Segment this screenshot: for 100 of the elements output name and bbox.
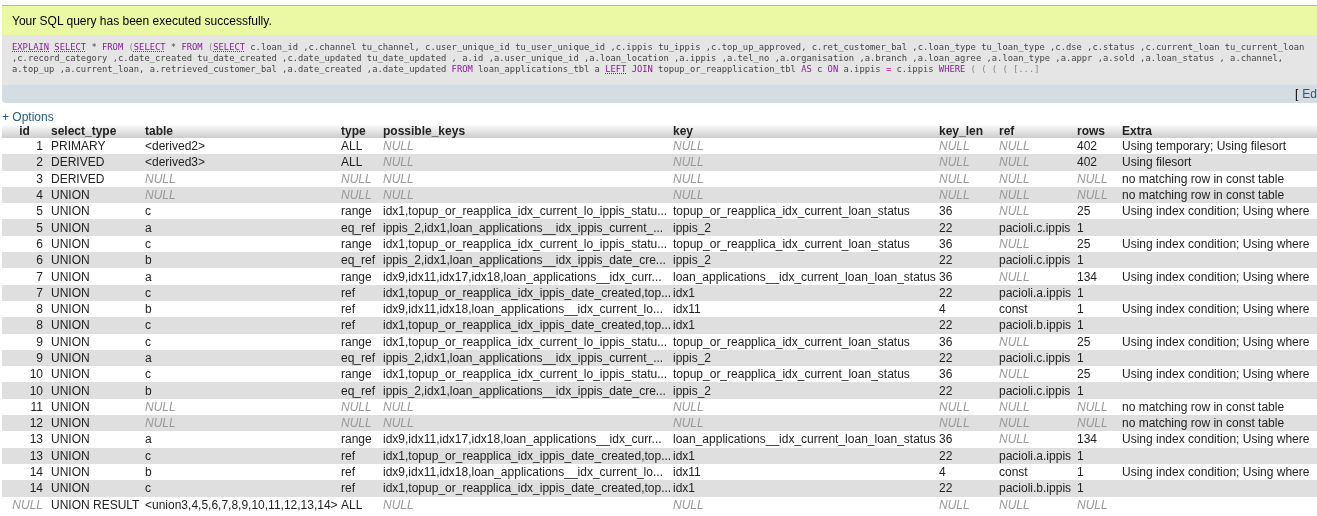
table-cell: NULL [935,415,995,432]
table-cell: 36 [935,203,995,220]
table-cell: idx1 [669,317,935,334]
table-cell: 36 [935,366,995,383]
table-cell: 22 [935,480,995,497]
table-cell: NULL [995,333,1073,350]
sql-code-line: a.top_up ,a.current_loan, a.retrieved_customer_bal ,a.date_created ,a.date_updated FROM loan_applications_tbl a LEFT JOIN topup_or_reapplication_tbl AS c ON a.ippis = c.ippis WHERE ( ( ( ( [...] [12,64,1041,75]
table-cell: no matching row in const table [1118,398,1317,416]
table-cell: NULL [935,170,995,187]
table-cell: UNION [47,284,141,301]
table-cell: range [337,366,379,383]
table-cell: 134 [1073,431,1118,448]
table-cell: 3 [2,170,47,187]
column-header[interactable]: select_type [47,124,141,138]
table-cell: idx1,topup_or_reapplica_idx_current_lo_ippis_statu... [379,235,669,253]
table-cell: 4 [935,463,995,481]
table-cell: 1 [1073,300,1118,318]
table-cell: UNION [47,333,141,350]
column-header[interactable]: type [337,124,379,138]
column-header[interactable]: id [2,124,47,138]
table-cell: 22 [935,317,995,334]
table-cell: idx9,idx11,idx17,idx18,loan_applications__idx_curr... [379,431,669,448]
table-cell: <union3,4,5,6,7,8,9,10,11,12,13,14> [141,496,337,513]
table-cell: 6 [2,235,47,253]
table-cell: loan_applications__idx_current_loan_loan_status [669,431,935,448]
table-cell: 1 [1073,252,1118,269]
table-cell: ippis_2,idx1,loan_applications__idx_ippis_current_... [379,219,669,236]
column-header[interactable]: possible_keys [379,124,669,138]
table-cell: NULL [995,496,1073,513]
table-cell: Using index condition; Using where [1118,463,1317,481]
table-cell: NULL [995,235,1073,253]
table-cell: NULL [141,415,337,432]
table-cell: eq_ref [337,219,379,236]
table-cell: 36 [935,333,995,350]
table-cell: a [141,219,337,236]
table-cell: Using index condition; Using where [1118,431,1317,448]
table-cell: NULL [379,170,669,187]
table-cell: no matching row in const table [1118,170,1317,187]
table-cell: ippis_2,idx1,loan_applications__idx_ippis_current_... [379,349,669,367]
table-cell: no matching row in const table [1118,186,1317,204]
table-cell: no matching row in const table [1118,415,1317,432]
table-cell: Using temporary; Using filesort [1118,138,1317,155]
table-cell: PRIMARY [47,138,141,155]
table-cell: 22 [935,447,995,464]
table-cell: 7 [2,268,47,285]
options-link[interactable]: + Options [2,110,54,124]
table-cell: NULL [995,431,1073,448]
table-cell: NULL [141,170,337,187]
table-cell: pacioli.a.ippis [995,284,1073,301]
table-cell: idx1,topup_or_reapplica_idx_ippis_date_created,top... [379,284,669,301]
table-cell: NULL [141,398,337,416]
table-cell: NULL [995,415,1073,432]
table-cell: 25 [1073,235,1118,253]
table-cell: 10 [2,366,47,383]
table-cell: UNION [47,203,141,220]
table-cell: NULL [935,138,995,155]
column-header[interactable]: ref [995,124,1073,138]
column-header[interactable]: rows [1073,124,1118,138]
sql-code-line: ,c.record_category ,c.date_created tu_date_created ,c.date_updated tu_date_updated , a.id ,a.user_unique_id ,a.loan_location ,a.ippis ,a.tel_no ,a.organisation ,a.branch ,a.loan_agree ,a.loan_type ,a.appr ,a.sold ,a.loan_status , a.channel, [12,53,1285,64]
table-cell: NULL [995,186,1073,204]
table-cell: NULL [669,415,935,432]
edit-link[interactable]: Ed [1302,87,1317,101]
table-cell: DERIVED [47,170,141,187]
table-cell: NULL [669,154,935,171]
table-cell: 22 [935,284,995,301]
table-cell: NULL [935,496,995,513]
table-cell: UNION [47,300,141,318]
table-cell: NULL [669,398,935,416]
table-cell: NULL [669,170,935,187]
sql-code-line: EXPLAIN SELECT * FROM (SELECT * FROM (SELECT c.loan_id ,c.channel tu_channel, c.user_unique_id tu_user_unique_id ,c.ippis tu_ippis ,c.top_up_approved, c.ret_customer_bal ,c.loan_type tu_loan_type ,c.dse ,c.status ,c.current_loan tu_current_loan [12,42,1306,53]
table-cell: NULL [995,154,1073,171]
table-cell: 1 [1073,447,1118,464]
table-cell: ippis_2 [669,252,935,269]
table-cell: 402 [1073,154,1118,171]
table-cell: idx1 [669,447,935,464]
table-cell: a [141,349,337,367]
table-cell: 22 [935,349,995,367]
bracket-text: [ [1294,87,1299,101]
column-header[interactable]: key [669,124,935,138]
column-header[interactable]: key_len [935,124,995,138]
table-cell: pacioli.c.ippis [995,349,1073,367]
table-cell: topup_or_reapplica_idx_current_loan_status [669,366,935,383]
table-cell: 1 [1073,382,1118,399]
table-cell: const [995,463,1073,481]
table-cell: 1 [2,138,47,155]
table-cell: DERIVED [47,154,141,171]
table-cell: <derived3> [141,154,337,171]
table-cell: topup_or_reapplica_idx_current_loan_status [669,203,935,220]
table-cell: 25 [1073,333,1118,350]
table-cell: NULL [1073,186,1118,204]
table-cell: UNION [47,382,141,399]
table-cell: NULL [141,186,337,204]
table-cell: c [141,284,337,301]
column-header[interactable]: Extra [1118,124,1317,138]
table-cell: 7 [2,284,47,301]
column-header[interactable]: table [141,124,337,138]
table-cell: idx1,topup_or_reapplica_idx_current_lo_ippis_statu... [379,333,669,350]
table-cell: UNION [47,463,141,481]
table-cell: 22 [935,382,995,399]
table-cell: range [337,333,379,350]
